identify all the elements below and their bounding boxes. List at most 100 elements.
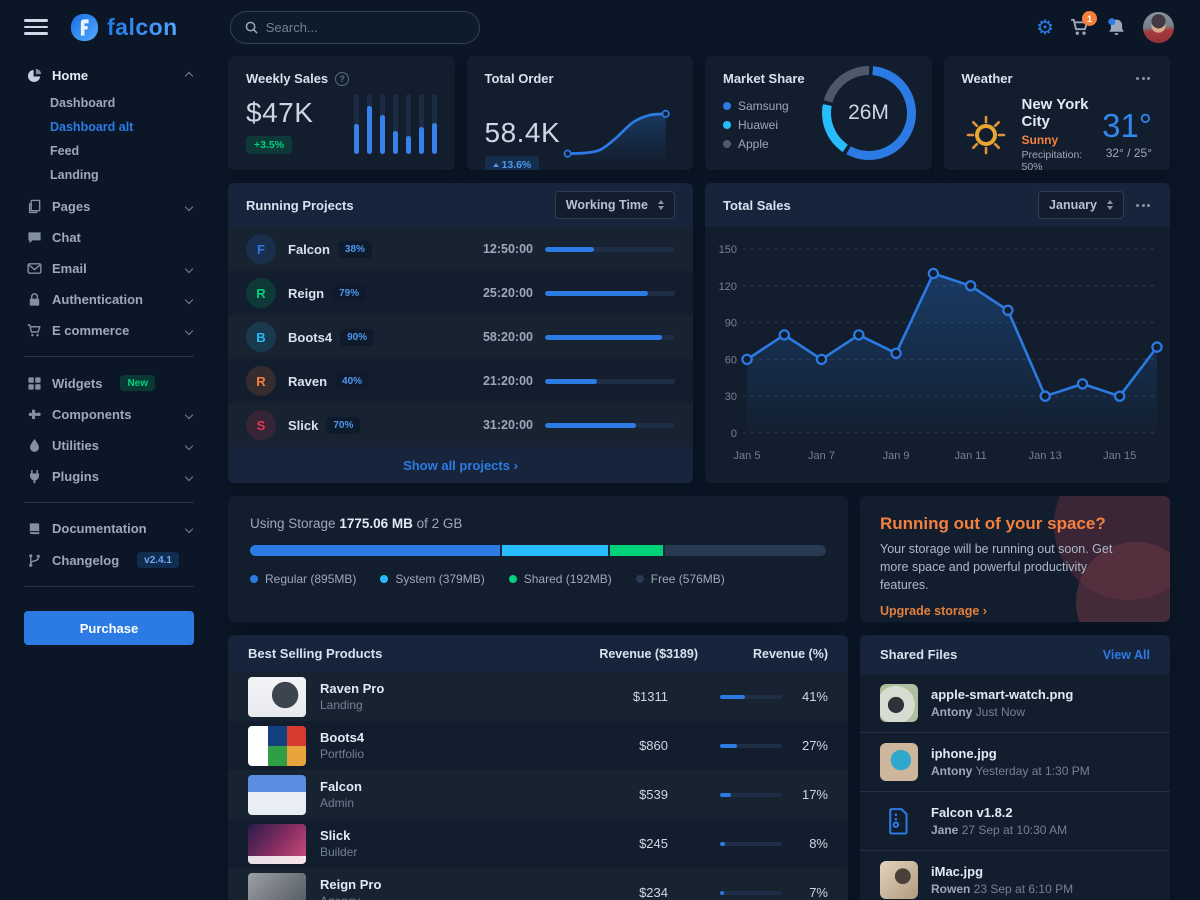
sidebar-item-changelog[interactable]: Changelog v2.4.1 [24,544,194,576]
progress-fill [720,842,725,846]
product-revenue-pct: 27% [668,738,828,753]
file-owner: Antony [931,705,972,719]
show-all-projects-link[interactable]: Show all projects › [228,447,693,483]
purchase-button[interactable]: Purchase [24,611,194,645]
product-thumbnail [248,677,306,717]
sidebar-item-widgets[interactable]: WidgetsNew [24,367,194,399]
sidebar-item-landing[interactable]: Landing [50,163,194,187]
sidebar-item-chat[interactable]: Chat [24,222,194,253]
legend-dot [723,102,731,110]
user-avatar[interactable] [1143,12,1174,43]
falcon-logo-icon [70,13,99,42]
sidebar-item-pages[interactable]: Pages [24,191,194,222]
file-meta: Antony Just Now [931,705,1073,719]
file-meta: Rowen 23 Sep at 6:10 PM [931,882,1073,896]
project-name: Reign [288,286,324,301]
view-all-link[interactable]: View All [1103,648,1150,662]
project-info: Boots490% [288,329,449,346]
weekly-sales-bar-chart [354,94,437,154]
puzzle-icon [26,407,42,422]
storage-card: Using Storage 1775.06 MB of 2 GB Regular… [228,496,848,622]
project-time: 31:20:00 [461,418,533,432]
best-selling-products-card: Best Selling Products Revenue ($3189) Re… [228,635,848,900]
bar-track [419,94,424,154]
product-price: $539 [558,787,668,802]
cart-icon[interactable]: 1 [1070,17,1090,37]
sidebar-badge: New [120,375,155,391]
product-row: FalconAdmin$53917% [228,770,848,819]
sidebar-item-home[interactable]: Home [24,60,194,91]
project-percent-badge: 70% [326,417,360,434]
weather-card: Weather New York City Su [944,56,1171,170]
file-owner: Antony [931,764,972,778]
file-text: iphone.jpgAntony Yesterday at 1:30 PM [931,746,1090,778]
sidebar-item-plugins[interactable]: Plugins [24,461,194,492]
progress-fill [545,335,662,340]
storage-legend: Regular (895MB)System (379MB)Shared (192… [250,572,826,586]
project-name: Raven [288,374,327,389]
sidebar-badge: v2.4.1 [137,552,179,568]
brand-logo[interactable]: falcon [70,13,178,42]
product-category: Builder [320,845,357,859]
revenue-progress-bar [720,695,782,699]
sidebar-item-components[interactable]: Components [24,399,194,430]
legend-item: Shared (192MB) [509,572,612,586]
sidebar-item-email[interactable]: Email [24,253,194,284]
sidebar-divider [24,586,194,587]
working-time-select[interactable]: Working Time [555,191,675,219]
bar-track [406,94,411,154]
product-name: Raven Pro [320,681,384,696]
weather-condition: Sunny [1022,133,1091,147]
project-progress-bar [545,423,675,428]
help-icon[interactable]: ? [335,72,349,86]
sidebar-item-label: Chat [52,230,81,245]
product-price: $860 [558,738,668,753]
progress-fill [545,379,597,384]
sidebar-item-documentation[interactable]: Documentation [24,513,194,544]
legend-label: Huawei [738,118,778,132]
legend-label: Shared (192MB) [524,572,612,586]
file-archive-icon [880,802,918,840]
select-caret-icon [658,200,664,210]
market-share-card: Market Share SamsungHuaweiApple 26M [705,56,932,170]
sidebar-item-label: Documentation [52,521,147,536]
product-row: Raven ProLanding$131141% [228,672,848,721]
file-time: Just Now [972,705,1025,719]
sidebar-item-label: Changelog [52,553,119,568]
sidebar-item-dashboard-alt[interactable]: Dashboard alt [50,115,194,139]
month-select[interactable]: January [1038,191,1124,219]
upgrade-storage-link[interactable]: Upgrade storage › [880,604,987,618]
settings-gear-icon[interactable]: ⚙ [1036,17,1054,37]
product-thumbnail [248,824,306,864]
search-icon [245,21,258,34]
project-progress-bar [545,247,675,252]
sidebar-item-authentication[interactable]: Authentication [24,284,194,315]
file-row[interactable]: apple-smart-watch.pngAntony Just Now [860,674,1170,732]
search-box[interactable] [230,11,480,44]
project-time: 58:20:00 [461,330,533,344]
sidebar-item-e-commerce[interactable]: E commerce [24,315,194,346]
file-row[interactable]: Falcon v1.8.2Jane 27 Sep at 10:30 AM [860,791,1170,850]
product-revenue-pct: 41% [668,689,828,704]
sidebar-item-dashboard[interactable]: Dashboard [50,91,194,115]
project-avatar: S [246,410,276,440]
svg-text:Jan 7: Jan 7 [808,450,835,462]
product-name: Slick [320,828,357,843]
sidebar-item-utilities[interactable]: Utilities [24,430,194,461]
legend-label: System (379MB) [395,572,484,586]
product-row: Reign ProAgency$2347% [228,868,848,900]
ellipsis-menu-icon[interactable] [1134,73,1152,84]
hamburger-menu-button[interactable] [24,15,48,39]
ellipsis-menu-icon[interactable] [1134,200,1152,211]
brand-name: falcon [107,14,178,41]
bar-fill [419,127,424,154]
search-input[interactable] [266,20,465,35]
notifications-bell-icon[interactable] [1106,17,1127,38]
legend-item: Free (576MB) [636,572,725,586]
file-row[interactable]: iphone.jpgAntony Yesterday at 1:30 PM [860,732,1170,791]
sidebar-divider [24,502,194,503]
sidebar-item-feed[interactable]: Feed [50,139,194,163]
product-price: $245 [558,836,668,851]
file-row[interactable]: iMac.jpgRowen 23 Sep at 6:10 PM [860,850,1170,900]
storage-segment [502,545,608,556]
